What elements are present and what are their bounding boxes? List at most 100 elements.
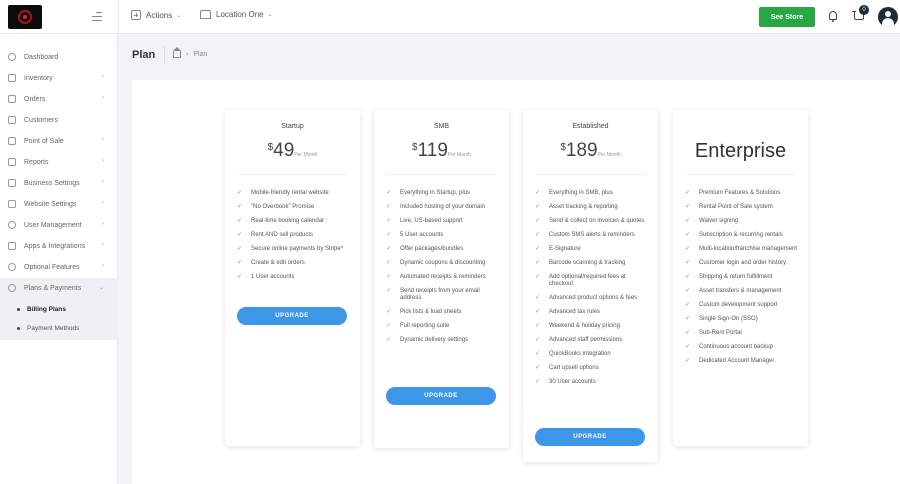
sidebar-item-customers[interactable]: Customers	[0, 112, 118, 128]
plan-name: SMB	[433, 123, 450, 130]
currency-symbol: $	[560, 142, 566, 153]
location-dropdown[interactable]: Location One ⌄	[200, 10, 273, 19]
sidebar-item-point-of-sale[interactable]: Point of Sale ›	[0, 133, 118, 149]
star-icon	[8, 284, 16, 292]
chevron-right-icon: ›	[102, 137, 104, 143]
feature-text: Premium Features & Solutions	[699, 190, 781, 196]
bell-icon[interactable]	[829, 11, 837, 22]
brand-logo[interactable]	[8, 5, 42, 29]
feature-item: ✓ Dynamic coupons & discounting	[386, 260, 501, 267]
check-icon: ✓	[535, 232, 541, 238]
sidebar-item-label: Apps & Integrations	[24, 242, 86, 250]
sidebar-item-optional-features[interactable]: Optional Features ›	[0, 259, 118, 275]
check-icon: ✓	[685, 218, 691, 224]
sidebar-subitem-billing-plans[interactable]: Billing Plans	[0, 302, 118, 316]
sidebar-item-reports[interactable]: Reports ›	[0, 154, 118, 170]
chevron-right-icon: ›	[102, 95, 104, 101]
feature-item: ✓ Waiver signing	[685, 218, 800, 225]
check-icon: ✓	[535, 218, 541, 224]
see-store-button[interactable]: See Store	[759, 7, 815, 27]
feature-text: Asset transfers & management	[699, 288, 782, 294]
feature-item: ✓ Custom SMS alerts & reminders	[535, 232, 650, 239]
price-period: Per Month	[597, 152, 621, 158]
feature-text: E-Signature	[549, 246, 581, 252]
optional-features-icon	[8, 263, 16, 271]
feature-text: Rental Point of Sale system	[699, 204, 773, 210]
feature-text: Mobile-friendly rental website	[251, 190, 329, 196]
feature-text: Continuous account backup	[699, 344, 774, 350]
sidebar-item-orders[interactable]: Orders ›	[0, 91, 118, 107]
sidebar-item-website-settings[interactable]: Website Settings ›	[0, 196, 118, 212]
menu-toggle-icon[interactable]	[92, 12, 102, 21]
inventory-icon	[8, 74, 16, 82]
check-icon: ✓	[237, 190, 243, 196]
home-icon[interactable]	[173, 47, 181, 58]
check-icon: ✓	[386, 204, 392, 210]
feature-list: ✓ Mobile-friendly rental website ✓ "No Over…	[237, 190, 352, 288]
check-icon: ✓	[685, 260, 691, 266]
check-icon: ✓	[237, 232, 243, 238]
feature-text: 30 User accounts	[549, 379, 596, 385]
feature-item: ✓ Advanced staff permissions	[535, 337, 650, 344]
chevron-right-icon: ›	[102, 179, 104, 185]
upgrade-button[interactable]: UPGRADE	[237, 307, 347, 325]
sidebar-item-dashboard[interactable]: Dashboard	[0, 49, 118, 65]
user-avatar[interactable]	[878, 7, 898, 27]
check-icon: ✓	[386, 323, 392, 329]
check-icon: ✓	[685, 274, 691, 280]
feature-item: ✓ Custom development support	[685, 302, 800, 309]
sidebar-item-apps-integrations[interactable]: Apps & Integrations ›	[0, 238, 118, 254]
upgrade-button[interactable]: UPGRADE	[386, 387, 496, 405]
feature-text: Live, US-based support	[400, 218, 463, 224]
check-icon: ✓	[685, 316, 691, 322]
sidebar-item-business-settings[interactable]: Business Settings ›	[0, 175, 118, 191]
feature-text: 1 User accounts	[251, 274, 295, 280]
dashboard-icon	[8, 53, 16, 61]
chevron-down-icon: ⌄	[98, 285, 104, 291]
feature-item: ✓ Asset tracking & reporting	[535, 204, 650, 211]
feature-text: Included hosting of your domain	[400, 204, 486, 210]
check-icon: ✓	[685, 302, 691, 308]
check-icon: ✓	[535, 379, 541, 385]
feature-text: Customer login and order history	[699, 260, 787, 266]
divider	[164, 46, 165, 64]
feature-text: Cart upsell options	[549, 365, 599, 371]
sidebar-item-label: Customers	[24, 116, 58, 124]
feature-text: Send & collect on invoices & quotes	[549, 218, 645, 224]
sidebar-subitem-label: Billing Plans	[27, 305, 67, 313]
chevron-right-icon: ›	[102, 263, 104, 269]
check-icon: ✓	[685, 246, 691, 252]
feature-text: Create & edit orders	[251, 260, 305, 266]
user-management-icon	[8, 221, 16, 229]
feature-item: ✓ Continuous account backup	[685, 344, 800, 351]
sidebar-subitem-payment-methods[interactable]: Payment Methods	[0, 321, 118, 335]
sidebar-item-user-management[interactable]: User Management ›	[0, 217, 118, 233]
breadcrumb: › Plan	[173, 47, 207, 58]
actions-dropdown[interactable]: Actions ⌄	[131, 10, 181, 20]
check-icon: ✓	[685, 358, 691, 364]
upgrade-button[interactable]: UPGRADE	[535, 428, 645, 446]
feature-text: Shipping & return fulfillment	[699, 274, 773, 280]
check-icon: ✓	[685, 288, 691, 294]
feature-item: ✓ Advanced product options & fees	[535, 295, 650, 302]
divider	[685, 174, 796, 175]
check-icon: ✓	[535, 204, 541, 210]
customers-icon	[8, 116, 16, 124]
plan-card-smb: SMB $119Per Month ✓ Everything in Startup…	[374, 110, 509, 448]
check-icon: ✓	[386, 218, 392, 224]
plan-name: Enterprise	[694, 140, 787, 162]
feature-text: QuickBooks integration	[549, 351, 611, 357]
sidebar-item-plans-payments[interactable]: Plans & Payments ⌄	[0, 280, 118, 296]
feature-item: ✓ 1 User accounts	[237, 274, 352, 281]
sidebar-item-inventory[interactable]: Inventory ›	[0, 70, 118, 86]
feature-item: ✓ Barcode scanning & tracking	[535, 260, 650, 267]
feature-item: ✓ Send & collect on invoices & quotes	[535, 218, 650, 225]
check-icon: ✓	[386, 274, 392, 280]
check-icon: ✓	[535, 309, 541, 315]
plan-price: $189Per Month	[523, 140, 658, 162]
feature-item: ✓ 5 User accounts	[386, 232, 501, 239]
chevron-right-icon: ›	[102, 200, 104, 206]
bullet-icon	[17, 307, 20, 311]
check-icon: ✓	[237, 218, 243, 224]
feature-text: Asset tracking & reporting	[549, 204, 618, 210]
